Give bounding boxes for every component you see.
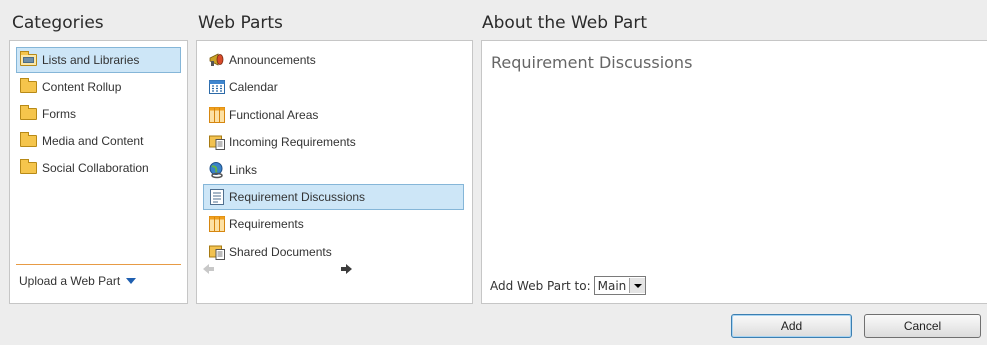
category-label: Lists and Libraries xyxy=(42,53,140,67)
upload-label: Upload a Web Part xyxy=(19,274,121,288)
add-button[interactable]: Add xyxy=(731,314,852,338)
folder-icon xyxy=(20,105,37,120)
web-part-label: Requirements xyxy=(229,217,304,232)
web-part-functional-areas[interactable]: Functional Areas xyxy=(203,102,464,128)
list-icon xyxy=(209,216,225,233)
add-web-part-to: Add Web Part to: Main xyxy=(490,276,647,295)
categories-list: Lists and Libraries Content Rollup Forms… xyxy=(16,47,181,182)
list-icon xyxy=(209,106,225,123)
web-part-label: Calendar xyxy=(229,80,278,95)
web-part-shared-documents[interactable]: Shared Documents xyxy=(203,239,464,265)
selected-web-part-name: Requirement Discussions xyxy=(491,53,693,72)
web-part-announcements[interactable]: Announcements xyxy=(203,47,464,73)
category-label: Forms xyxy=(42,107,76,121)
web-part-calendar[interactable]: Calendar xyxy=(203,74,464,100)
web-part-requirements[interactable]: Requirements xyxy=(203,211,464,237)
web-parts-header: Web Parts xyxy=(198,13,283,33)
document-library-icon xyxy=(209,135,225,151)
zone-select[interactable]: Main xyxy=(593,276,647,295)
category-social-collaboration[interactable]: Social Collaboration xyxy=(16,155,181,181)
category-media-and-content[interactable]: Media and Content xyxy=(16,128,181,154)
web-parts-list: Announcements Calendar Functional Areas xyxy=(203,47,464,266)
web-part-label: Shared Documents xyxy=(229,244,332,259)
about-panel: Requirement Discussions Add Web Part to:… xyxy=(481,40,987,304)
cancel-button[interactable]: Cancel xyxy=(864,314,981,338)
web-part-links[interactable]: Links xyxy=(203,157,464,183)
categories-header: Categories xyxy=(12,13,104,33)
about-header: About the Web Part xyxy=(482,13,647,33)
add-to-label: Add Web Part to: xyxy=(490,278,591,293)
zone-select-value: Main xyxy=(597,278,627,293)
categories-divider xyxy=(16,264,181,265)
upload-web-part-link[interactable]: Upload a Web Part xyxy=(19,274,137,288)
category-lists-and-libraries[interactable]: Lists and Libraries xyxy=(16,47,181,73)
category-forms[interactable]: Forms xyxy=(16,101,181,127)
next-page-arrow-icon[interactable] xyxy=(340,263,352,275)
web-part-label: Requirement Discussions xyxy=(229,189,366,204)
web-part-label: Links xyxy=(229,162,258,177)
category-content-rollup[interactable]: Content Rollup xyxy=(16,74,181,100)
calendar-icon xyxy=(209,80,225,95)
folder-icon xyxy=(20,159,37,174)
category-label: Social Collaboration xyxy=(42,161,149,175)
web-parts-panel: Announcements Calendar Functional Areas xyxy=(196,40,473,304)
web-part-label: Announcements xyxy=(229,53,316,67)
web-part-incoming-requirements[interactable]: Incoming Requirements xyxy=(203,129,464,155)
web-part-label: Incoming Requirements xyxy=(229,135,356,150)
web-part-requirement-discussions[interactable]: Requirement Discussions xyxy=(203,183,464,210)
globe-link-icon xyxy=(209,161,223,178)
category-label: Media and Content xyxy=(42,134,144,148)
triangle-down-icon xyxy=(126,278,137,284)
document-library-icon xyxy=(209,245,225,260)
categories-panel: Lists and Libraries Content Rollup Forms… xyxy=(9,40,188,304)
discussion-icon xyxy=(210,188,224,205)
previous-page-arrow-icon[interactable] xyxy=(203,263,215,275)
chevron-down-icon[interactable] xyxy=(629,278,646,293)
folder-icon xyxy=(20,78,37,93)
open-folder-icon xyxy=(20,51,37,66)
folder-icon xyxy=(20,132,37,147)
category-label: Content Rollup xyxy=(42,80,122,94)
web-part-label: Functional Areas xyxy=(229,107,319,122)
megaphone-icon xyxy=(209,53,224,66)
